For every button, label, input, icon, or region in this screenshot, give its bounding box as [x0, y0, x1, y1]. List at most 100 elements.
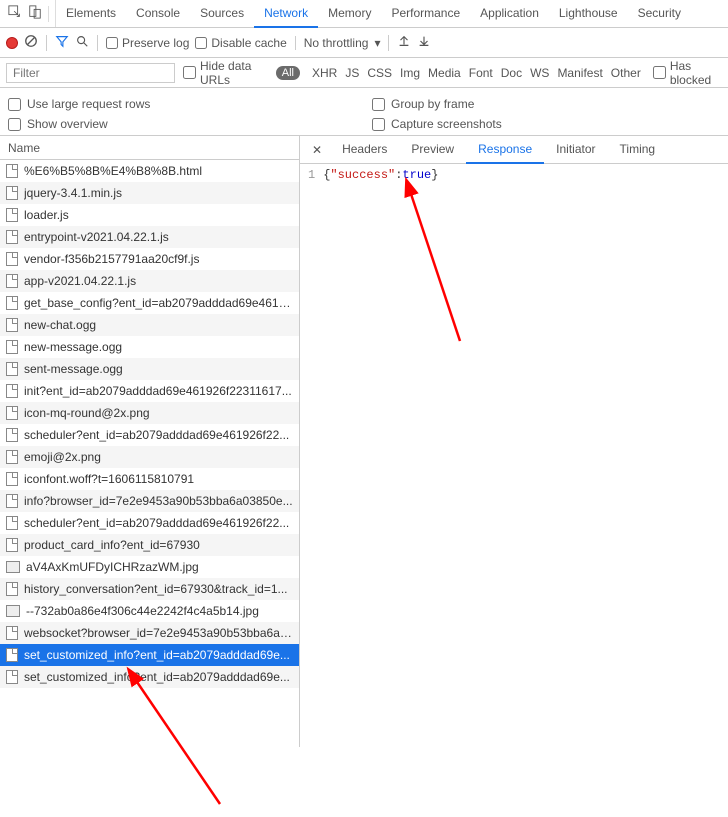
tab-lighthouse[interactable]: Lighthouse	[549, 0, 628, 27]
tab-response[interactable]: Response	[466, 136, 544, 164]
request-row[interactable]: loader.js	[0, 204, 299, 226]
filter-type-other[interactable]: Other	[607, 66, 645, 80]
response-json: {"success":true}	[323, 168, 438, 182]
tab-security[interactable]: Security	[628, 0, 691, 27]
request-name: entrypoint-v2021.04.22.1.js	[24, 230, 169, 244]
filter-bar: Hide data URLs All XHR JS CSS Img Media …	[0, 58, 728, 88]
filter-type-js[interactable]: JS	[341, 66, 363, 80]
filter-type-ws[interactable]: WS	[526, 66, 553, 80]
request-name: history_conversation?ent_id=67930&track_…	[24, 582, 288, 596]
tab-network[interactable]: Network	[254, 0, 318, 28]
details-tab-bar: ✕ Headers Preview Response Initiator Tim…	[300, 136, 728, 164]
request-row[interactable]: scheduler?ent_id=ab2079adddad69e461926f2…	[0, 424, 299, 446]
filter-type-font[interactable]: Font	[465, 66, 497, 80]
preserve-log-checkbox[interactable]: Preserve log	[106, 36, 189, 50]
request-name: icon-mq-round@2x.png	[24, 406, 150, 420]
disable-cache-label: Disable cache	[211, 36, 286, 50]
request-list[interactable]: %E6%B5%8B%E4%B8%8B.htmljquery-3.4.1.min.…	[0, 160, 299, 747]
capture-screenshots-label: Capture screenshots	[391, 117, 502, 131]
request-row[interactable]: jquery-3.4.1.min.js	[0, 182, 299, 204]
clear-icon[interactable]	[24, 34, 38, 51]
use-large-rows-checkbox[interactable]: Use large request rows	[8, 94, 356, 114]
request-name: app-v2021.04.22.1.js	[24, 274, 136, 288]
capture-screenshots-checkbox[interactable]: Capture screenshots	[372, 114, 720, 134]
has-blocked-checkbox[interactable]: Has blocked	[653, 59, 722, 87]
response-body[interactable]: 1 {"success":true}	[300, 164, 728, 186]
request-row[interactable]: set_customized_info?ent_id=ab2079adddad6…	[0, 666, 299, 688]
show-overview-checkbox[interactable]: Show overview	[8, 114, 356, 134]
filter-icon[interactable]	[55, 34, 69, 51]
tab-sources[interactable]: Sources	[190, 0, 254, 27]
filter-type-all[interactable]: All	[276, 66, 300, 80]
inspect-element-icon[interactable]	[8, 5, 22, 22]
export-har-icon[interactable]	[417, 34, 431, 51]
tab-headers[interactable]: Headers	[330, 136, 399, 163]
use-large-rows-input[interactable]	[8, 98, 21, 111]
document-file-icon	[6, 648, 18, 662]
import-har-icon[interactable]	[397, 34, 411, 51]
request-row[interactable]: history_conversation?ent_id=67930&track_…	[0, 578, 299, 600]
use-large-rows-label: Use large request rows	[27, 97, 150, 111]
request-row[interactable]: iconfont.woff?t=1606115810791	[0, 468, 299, 490]
request-row[interactable]: --732ab0a86e4f306c44e2242f4c4a5b14.jpg	[0, 600, 299, 622]
hide-data-urls-checkbox[interactable]: Hide data URLs	[183, 59, 268, 87]
hide-data-urls-input[interactable]	[183, 66, 196, 79]
close-details-icon[interactable]: ✕	[304, 143, 330, 157]
filter-type-doc[interactable]: Doc	[497, 66, 526, 80]
request-row[interactable]: emoji@2x.png	[0, 446, 299, 468]
request-row[interactable]: entrypoint-v2021.04.22.1.js	[0, 226, 299, 248]
request-row[interactable]: product_card_info?ent_id=67930	[0, 534, 299, 556]
tab-preview[interactable]: Preview	[399, 136, 466, 163]
filter-type-list: XHR JS CSS Img Media Font Doc WS Manifes…	[308, 66, 645, 80]
document-file-icon	[6, 626, 18, 640]
tab-console[interactable]: Console	[126, 0, 190, 27]
tab-memory[interactable]: Memory	[318, 0, 381, 27]
line-number: 1	[308, 168, 315, 182]
filter-type-xhr[interactable]: XHR	[308, 66, 341, 80]
tab-elements[interactable]: Elements	[56, 0, 126, 27]
filter-input[interactable]	[6, 63, 175, 83]
preserve-log-input[interactable]	[106, 37, 118, 49]
request-name: set_customized_info?ent_id=ab2079adddad6…	[24, 670, 290, 684]
has-blocked-input[interactable]	[653, 66, 666, 79]
tab-initiator[interactable]: Initiator	[544, 136, 607, 163]
request-row[interactable]: get_base_config?ent_id=ab2079adddad69e46…	[0, 292, 299, 314]
request-row[interactable]: new-message.ogg	[0, 336, 299, 358]
request-name: set_customized_info?ent_id=ab2079adddad6…	[24, 648, 290, 662]
show-overview-input[interactable]	[8, 118, 21, 131]
request-name: vendor-f356b2157791aa20cf9f.js	[24, 252, 199, 266]
filter-type-manifest[interactable]: Manifest	[553, 66, 606, 80]
disable-cache-checkbox[interactable]: Disable cache	[195, 36, 286, 50]
request-row[interactable]: init?ent_id=ab2079adddad69e461926f223116…	[0, 380, 299, 402]
request-row[interactable]: new-chat.ogg	[0, 314, 299, 336]
request-row[interactable]: info?browser_id=7e2e9453a90b53bba6a03850…	[0, 490, 299, 512]
document-file-icon	[6, 252, 18, 266]
throttling-select[interactable]: No throttling ▾	[295, 36, 381, 50]
tab-application[interactable]: Application	[470, 0, 549, 27]
request-name: websocket?browser_id=7e2e9453a90b53bba6a…	[24, 626, 293, 640]
request-row[interactable]: %E6%B5%8B%E4%B8%8B.html	[0, 160, 299, 182]
request-row[interactable]: set_customized_info?ent_id=ab2079adddad6…	[0, 644, 299, 666]
filter-type-img[interactable]: Img	[396, 66, 424, 80]
filter-type-css[interactable]: CSS	[363, 66, 396, 80]
filter-type-media[interactable]: Media	[424, 66, 465, 80]
search-icon[interactable]	[75, 34, 89, 51]
document-file-icon	[6, 428, 18, 442]
tab-timing[interactable]: Timing	[608, 136, 668, 163]
device-toolbar-icon[interactable]	[28, 5, 42, 22]
capture-screenshots-input[interactable]	[372, 118, 385, 131]
request-row[interactable]: sent-message.ogg	[0, 358, 299, 380]
request-row[interactable]: icon-mq-round@2x.png	[0, 402, 299, 424]
record-button[interactable]	[6, 37, 18, 49]
request-row[interactable]: app-v2021.04.22.1.js	[0, 270, 299, 292]
request-row[interactable]: vendor-f356b2157791aa20cf9f.js	[0, 248, 299, 270]
tab-performance[interactable]: Performance	[381, 0, 470, 27]
requests-header-name[interactable]: Name	[0, 136, 299, 160]
group-by-frame-input[interactable]	[372, 98, 385, 111]
request-row[interactable]: aV4AxKmUFDyICHRzazWM.jpg	[0, 556, 299, 578]
disable-cache-input[interactable]	[195, 37, 207, 49]
request-row[interactable]: websocket?browser_id=7e2e9453a90b53bba6a…	[0, 622, 299, 644]
request-row[interactable]: scheduler?ent_id=ab2079adddad69e461926f2…	[0, 512, 299, 534]
options-bar: Use large request rows Show overview Gro…	[0, 88, 728, 136]
group-by-frame-checkbox[interactable]: Group by frame	[372, 94, 720, 114]
